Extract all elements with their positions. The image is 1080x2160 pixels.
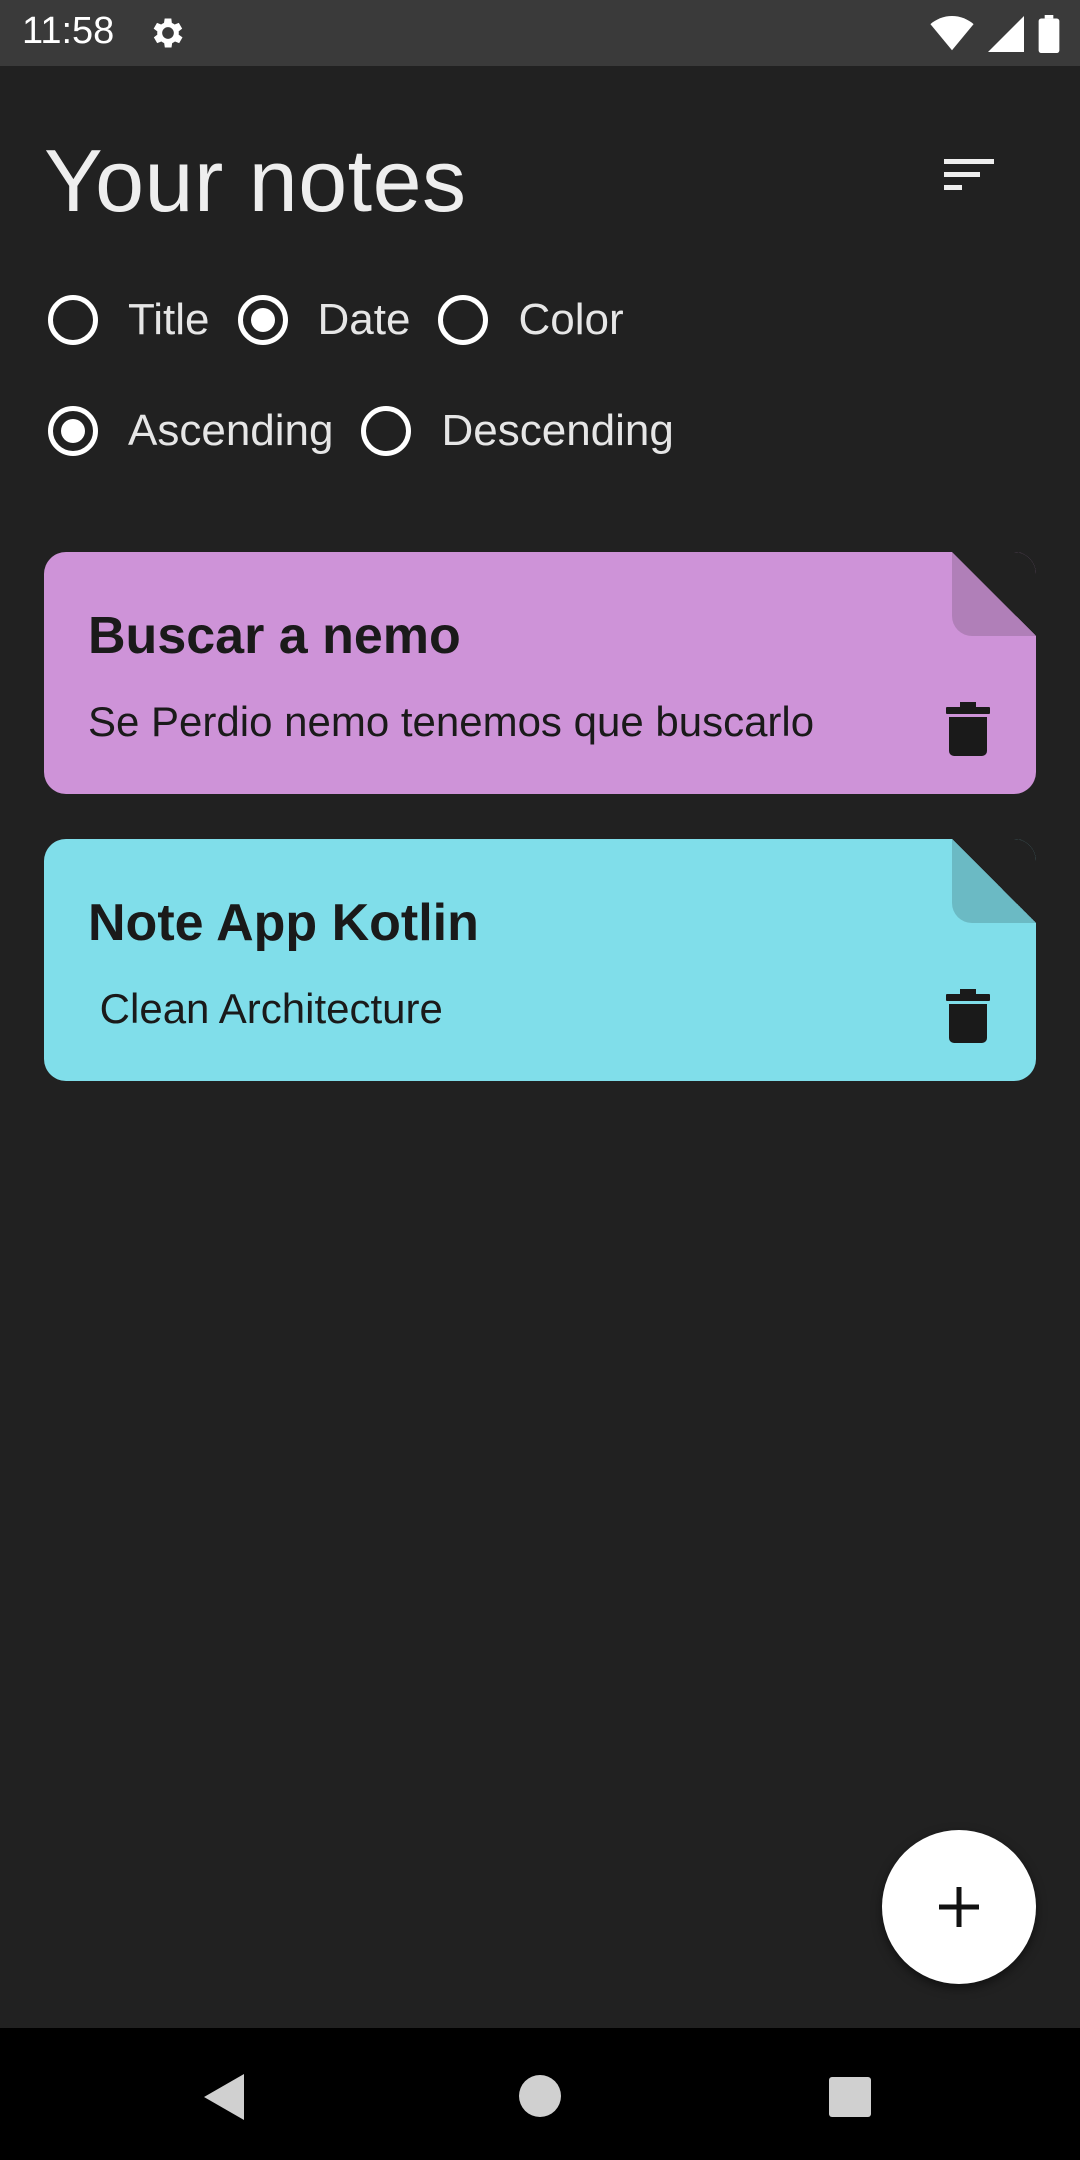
- note-fold-corner: [952, 839, 1036, 923]
- radio-date-button[interactable]: [237, 295, 288, 345]
- radio-descending[interactable]: Descending: [361, 406, 674, 456]
- sort-direction-group: Ascending Descending: [48, 406, 702, 456]
- plus-icon: [939, 1887, 979, 1927]
- radio-title-label: Title: [128, 295, 210, 344]
- page-title: Your notes: [44, 131, 467, 230]
- note-content: Se Perdio nemo tenemos que buscarlo: [88, 698, 815, 745]
- radio-ascending-button[interactable]: [48, 406, 98, 456]
- radio-descending-label: Descending: [441, 406, 674, 455]
- back-icon[interactable]: [200, 2072, 246, 2122]
- radio-date[interactable]: Date: [237, 295, 411, 345]
- trash-icon: [946, 702, 990, 756]
- radio-title-button[interactable]: [48, 295, 98, 345]
- cellular-signal-icon: [988, 16, 1024, 52]
- note-title: Buscar a nemo: [88, 607, 461, 665]
- trash-icon: [946, 989, 990, 1043]
- radio-date-label: Date: [317, 295, 411, 344]
- radio-descending-button[interactable]: [361, 406, 412, 456]
- system-icons: [930, 14, 1060, 54]
- note-fold-corner: [952, 552, 1036, 636]
- note-card[interactable]: Note App Kotlin Clean Architecture: [44, 839, 1036, 1081]
- battery-icon: [1038, 15, 1060, 53]
- radio-color-button[interactable]: [438, 295, 489, 345]
- sort-icon: [944, 159, 994, 190]
- note-title: Note App Kotlin: [88, 894, 479, 952]
- status-time: 11:58: [22, 10, 115, 52]
- sort-button[interactable]: [926, 146, 1006, 206]
- delete-note-button[interactable]: [944, 989, 992, 1043]
- note-card[interactable]: Buscar a nemo Se Perdio nemo tenemos que…: [44, 552, 1036, 794]
- wifi-icon: [930, 16, 974, 51]
- radio-title[interactable]: Title: [48, 295, 210, 345]
- add-note-button[interactable]: [882, 1830, 1036, 1984]
- order-by-group: Title Date Color: [48, 295, 652, 345]
- settings-gear-icon: [153, 18, 183, 48]
- note-content: Clean Architecture: [88, 985, 443, 1032]
- status-bar: 11:58: [0, 0, 1080, 66]
- radio-color[interactable]: Color: [438, 295, 624, 345]
- home-icon[interactable]: [518, 2074, 562, 2118]
- recents-icon[interactable]: [828, 2076, 872, 2118]
- delete-note-button[interactable]: [944, 702, 992, 756]
- radio-ascending[interactable]: Ascending: [48, 406, 333, 456]
- radio-color-label: Color: [518, 295, 624, 344]
- navigation-bar: [0, 2028, 1080, 2160]
- radio-ascending-label: Ascending: [128, 406, 334, 455]
